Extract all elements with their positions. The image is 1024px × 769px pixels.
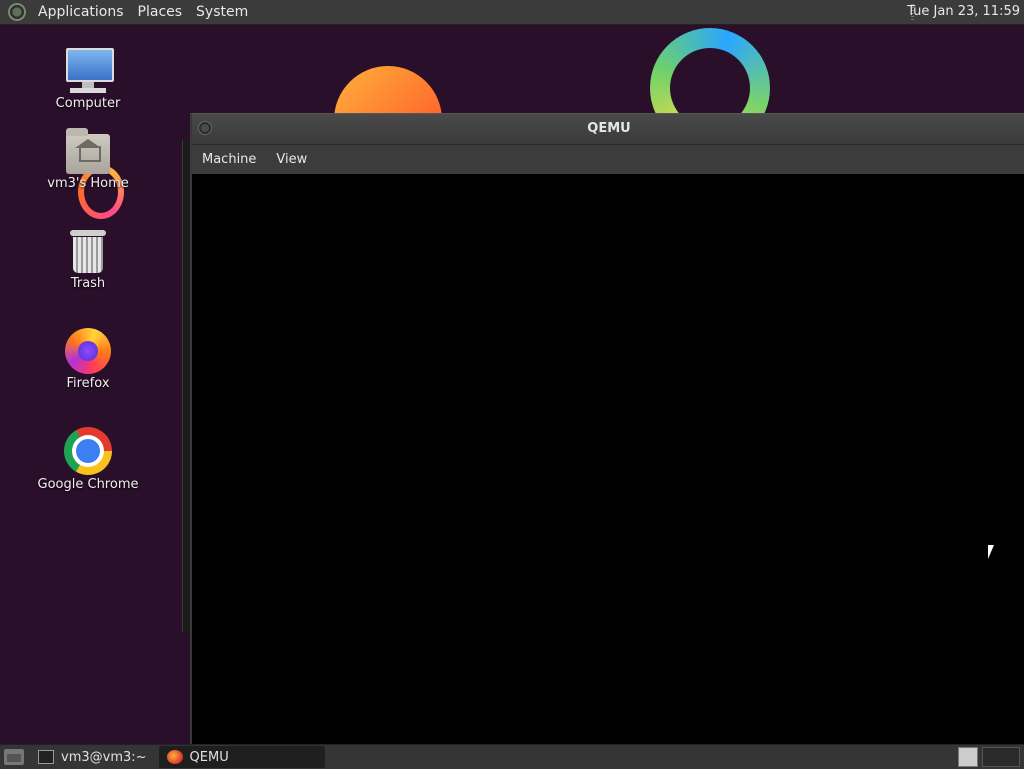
top-panel: Applications Places System Tue Jan 23, 1… xyxy=(0,0,1024,25)
desktop-icon-label: vm3's Home xyxy=(47,176,129,191)
taskbar-item-terminal[interactable]: vm3@vm3:~ xyxy=(30,746,155,768)
desktop-icon-chrome[interactable]: Google Chrome xyxy=(28,427,148,492)
mouse-pointer-icon xyxy=(988,545,994,559)
home-folder-icon xyxy=(66,128,110,174)
desktop-icon-label: Computer xyxy=(55,96,121,111)
taskbar-item-label: vm3@vm3:~ xyxy=(61,749,147,765)
terminal-icon xyxy=(38,750,54,764)
computer-icon xyxy=(64,46,114,94)
desktop-icon-trash[interactable]: Trash xyxy=(28,230,148,291)
places-menu[interactable]: Places xyxy=(131,0,190,24)
firefox-icon xyxy=(65,328,111,374)
desktop-icon-home[interactable]: vm3's Home xyxy=(28,128,148,191)
workspace-1[interactable] xyxy=(958,747,978,767)
distro-logo-icon[interactable] xyxy=(8,3,26,21)
qemu-window[interactable]: QEMU Machine View xyxy=(190,113,1024,745)
view-menu[interactable]: View xyxy=(266,145,317,174)
qemu-menubar: Machine View xyxy=(192,145,1024,175)
bottom-panel: vm3@vm3:~ QEMU xyxy=(0,744,1024,769)
workspace-2[interactable] xyxy=(982,747,1020,767)
top-menu-bar: Applications Places System xyxy=(0,0,255,24)
show-desktop-icon[interactable] xyxy=(4,749,24,765)
system-menu[interactable]: System xyxy=(189,0,255,24)
window-title: QEMU xyxy=(587,121,631,136)
desktop-icon-label: Firefox xyxy=(66,376,110,391)
desktop-icon-firefox[interactable]: Firefox xyxy=(28,328,148,391)
desktop-icon-label: Trash xyxy=(70,276,106,291)
desktop-icon-label: Google Chrome xyxy=(37,477,139,492)
qemu-icon xyxy=(166,750,183,764)
trash-icon xyxy=(70,230,106,274)
clock[interactable]: Tue Jan 23, 11:59 xyxy=(907,0,1020,24)
applications-menu[interactable]: Applications xyxy=(31,0,131,24)
qemu-titlebar[interactable]: QEMU xyxy=(192,114,1024,145)
chrome-icon xyxy=(64,427,112,475)
taskbar-item-qemu[interactable]: QEMU xyxy=(158,746,325,768)
vm-display[interactable] xyxy=(192,174,1024,745)
desktop-icon-computer[interactable]: Computer xyxy=(28,46,148,111)
taskbar-item-label: QEMU xyxy=(189,749,229,765)
machine-menu[interactable]: Machine xyxy=(192,145,266,174)
